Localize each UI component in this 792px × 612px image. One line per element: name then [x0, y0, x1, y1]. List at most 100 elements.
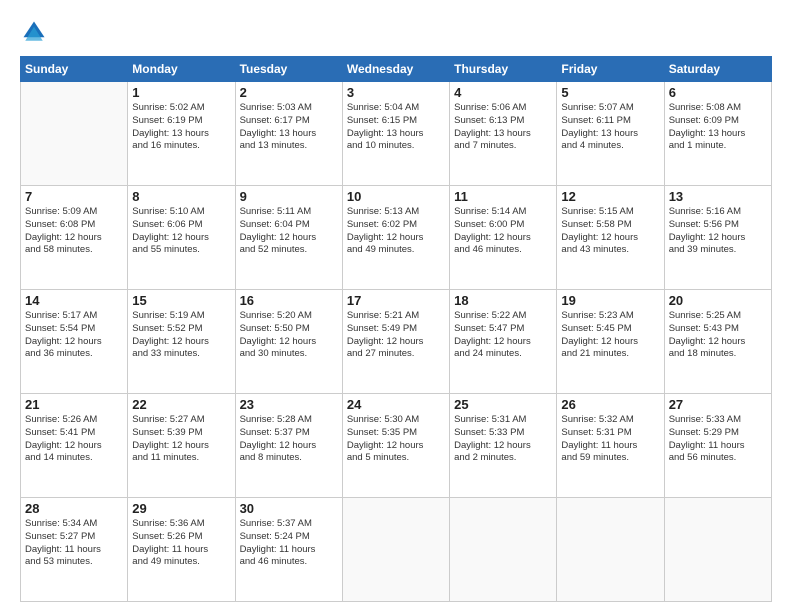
day-info: Sunrise: 5:16 AM Sunset: 5:56 PM Dayligh…	[669, 206, 767, 257]
day-number: 3	[347, 85, 445, 100]
calendar-cell: 13 Sunrise: 5:16 AM Sunset: 5:56 PM Dayli…	[664, 186, 771, 290]
day-number: 14	[25, 293, 123, 308]
calendar-cell: 18 Sunrise: 5:22 AM Sunset: 5:47 PM Dayli…	[450, 290, 557, 394]
logo-icon	[20, 18, 48, 46]
column-header-sunday: Sunday	[21, 57, 128, 82]
calendar-cell: 3Sunrise: 5:04 AM Sunset: 6:15 PM Daylig…	[342, 82, 449, 186]
calendar-cell: 26 Sunrise: 5:32 AM Sunset: 5:31 PM Dayli…	[557, 394, 664, 498]
day-number: 5	[561, 85, 659, 100]
calendar-week-row: 28 Sunrise: 5:34 AM Sunset: 5:27 PM Dayli…	[21, 498, 772, 602]
calendar-cell: 9Sunrise: 5:11 AM Sunset: 6:04 PM Daylig…	[235, 186, 342, 290]
calendar-cell: 23Sunrise: 5:28 AM Sunset: 5:37 PM Dayli…	[235, 394, 342, 498]
day-number: 11	[454, 189, 552, 204]
day-info: Sunrise: 5:36 AM Sunset: 5:26 PM Dayligh…	[132, 518, 230, 569]
day-info: Sunrise: 5:13 AM Sunset: 6:02 PM Dayligh…	[347, 206, 445, 257]
column-header-monday: Monday	[128, 57, 235, 82]
day-info: Sunrise: 5:22 AM Sunset: 5:47 PM Dayligh…	[454, 310, 552, 361]
day-number: 12	[561, 189, 659, 204]
day-number: 18	[454, 293, 552, 308]
day-info: Sunrise: 5:02 AM Sunset: 6:19 PM Dayligh…	[132, 102, 230, 153]
calendar-cell	[342, 498, 449, 602]
day-number: 21	[25, 397, 123, 412]
day-info: Sunrise: 5:21 AM Sunset: 5:49 PM Dayligh…	[347, 310, 445, 361]
day-info: Sunrise: 5:28 AM Sunset: 5:37 PM Dayligh…	[240, 414, 338, 465]
calendar-cell: 17 Sunrise: 5:21 AM Sunset: 5:49 PM Dayli…	[342, 290, 449, 394]
day-number: 1	[132, 85, 230, 100]
calendar-cell: 19 Sunrise: 5:23 AM Sunset: 5:45 PM Dayli…	[557, 290, 664, 394]
day-number: 22	[132, 397, 230, 412]
calendar-cell: 14 Sunrise: 5:17 AM Sunset: 5:54 PM Dayli…	[21, 290, 128, 394]
calendar-cell: 11 Sunrise: 5:14 AM Sunset: 6:00 PM Dayli…	[450, 186, 557, 290]
column-header-friday: Friday	[557, 57, 664, 82]
calendar-week-row: 7 Sunrise: 5:09 AM Sunset: 6:08 PM Daylig…	[21, 186, 772, 290]
day-number: 28	[25, 501, 123, 516]
calendar-cell: 8Sunrise: 5:10 AM Sunset: 6:06 PM Daylig…	[128, 186, 235, 290]
day-number: 30	[240, 501, 338, 516]
calendar-cell: 5 Sunrise: 5:07 AM Sunset: 6:11 PM Daylig…	[557, 82, 664, 186]
day-number: 29	[132, 501, 230, 516]
logo	[20, 18, 52, 46]
calendar-cell	[664, 498, 771, 602]
calendar-cell: 22 Sunrise: 5:27 AM Sunset: 5:39 PM Dayli…	[128, 394, 235, 498]
day-info: Sunrise: 5:27 AM Sunset: 5:39 PM Dayligh…	[132, 414, 230, 465]
calendar-week-row: 14 Sunrise: 5:17 AM Sunset: 5:54 PM Dayli…	[21, 290, 772, 394]
calendar-cell: 30 Sunrise: 5:37 AM Sunset: 5:24 PM Dayli…	[235, 498, 342, 602]
day-number: 26	[561, 397, 659, 412]
day-info: Sunrise: 5:32 AM Sunset: 5:31 PM Dayligh…	[561, 414, 659, 465]
day-number: 16	[240, 293, 338, 308]
day-info: Sunrise: 5:34 AM Sunset: 5:27 PM Dayligh…	[25, 518, 123, 569]
day-number: 17	[347, 293, 445, 308]
day-number: 7	[25, 189, 123, 204]
calendar-cell: 24 Sunrise: 5:30 AM Sunset: 5:35 PM Dayli…	[342, 394, 449, 498]
calendar-cell: 21 Sunrise: 5:26 AM Sunset: 5:41 PM Dayli…	[21, 394, 128, 498]
day-info: Sunrise: 5:26 AM Sunset: 5:41 PM Dayligh…	[25, 414, 123, 465]
calendar-cell: 27Sunrise: 5:33 AM Sunset: 5:29 PM Dayli…	[664, 394, 771, 498]
day-number: 15	[132, 293, 230, 308]
day-info: Sunrise: 5:09 AM Sunset: 6:08 PM Dayligh…	[25, 206, 123, 257]
calendar-cell: 16 Sunrise: 5:20 AM Sunset: 5:50 PM Dayli…	[235, 290, 342, 394]
calendar-cell: 7 Sunrise: 5:09 AM Sunset: 6:08 PM Daylig…	[21, 186, 128, 290]
day-info: Sunrise: 5:31 AM Sunset: 5:33 PM Dayligh…	[454, 414, 552, 465]
day-info: Sunrise: 5:17 AM Sunset: 5:54 PM Dayligh…	[25, 310, 123, 361]
calendar-cell: 12Sunrise: 5:15 AM Sunset: 5:58 PM Dayli…	[557, 186, 664, 290]
day-number: 4	[454, 85, 552, 100]
day-number: 19	[561, 293, 659, 308]
day-number: 24	[347, 397, 445, 412]
day-info: Sunrise: 5:30 AM Sunset: 5:35 PM Dayligh…	[347, 414, 445, 465]
calendar-cell: 28 Sunrise: 5:34 AM Sunset: 5:27 PM Dayli…	[21, 498, 128, 602]
day-number: 2	[240, 85, 338, 100]
calendar-page: SundayMondayTuesdayWednesdayThursdayFrid…	[0, 0, 792, 612]
calendar-cell	[557, 498, 664, 602]
calendar-cell: 10 Sunrise: 5:13 AM Sunset: 6:02 PM Dayli…	[342, 186, 449, 290]
day-info: Sunrise: 5:07 AM Sunset: 6:11 PM Dayligh…	[561, 102, 659, 153]
column-header-tuesday: Tuesday	[235, 57, 342, 82]
calendar-cell: 4 Sunrise: 5:06 AM Sunset: 6:13 PM Daylig…	[450, 82, 557, 186]
day-info: Sunrise: 5:20 AM Sunset: 5:50 PM Dayligh…	[240, 310, 338, 361]
day-number: 10	[347, 189, 445, 204]
calendar-header-row: SundayMondayTuesdayWednesdayThursdayFrid…	[21, 57, 772, 82]
calendar-cell: 1 Sunrise: 5:02 AM Sunset: 6:19 PM Daylig…	[128, 82, 235, 186]
column-header-thursday: Thursday	[450, 57, 557, 82]
header	[20, 18, 772, 46]
calendar-cell: 2 Sunrise: 5:03 AM Sunset: 6:17 PM Daylig…	[235, 82, 342, 186]
calendar-cell: 29 Sunrise: 5:36 AM Sunset: 5:26 PM Dayli…	[128, 498, 235, 602]
calendar-week-row: 1 Sunrise: 5:02 AM Sunset: 6:19 PM Daylig…	[21, 82, 772, 186]
day-number: 13	[669, 189, 767, 204]
day-info: Sunrise: 5:14 AM Sunset: 6:00 PM Dayligh…	[454, 206, 552, 257]
day-info: Sunrise: 5:23 AM Sunset: 5:45 PM Dayligh…	[561, 310, 659, 361]
day-info: Sunrise: 5:06 AM Sunset: 6:13 PM Dayligh…	[454, 102, 552, 153]
calendar-cell: 6Sunrise: 5:08 AM Sunset: 6:09 PM Daylig…	[664, 82, 771, 186]
calendar-cell: 20 Sunrise: 5:25 AM Sunset: 5:43 PM Dayli…	[664, 290, 771, 394]
day-info: Sunrise: 5:11 AM Sunset: 6:04 PM Dayligh…	[240, 206, 338, 257]
day-info: Sunrise: 5:25 AM Sunset: 5:43 PM Dayligh…	[669, 310, 767, 361]
day-number: 25	[454, 397, 552, 412]
day-info: Sunrise: 5:19 AM Sunset: 5:52 PM Dayligh…	[132, 310, 230, 361]
calendar-cell	[450, 498, 557, 602]
day-number: 20	[669, 293, 767, 308]
day-info: Sunrise: 5:10 AM Sunset: 6:06 PM Dayligh…	[132, 206, 230, 257]
day-info: Sunrise: 5:37 AM Sunset: 5:24 PM Dayligh…	[240, 518, 338, 569]
day-info: Sunrise: 5:03 AM Sunset: 6:17 PM Dayligh…	[240, 102, 338, 153]
day-info: Sunrise: 5:33 AM Sunset: 5:29 PM Dayligh…	[669, 414, 767, 465]
column-header-saturday: Saturday	[664, 57, 771, 82]
calendar-cell: 15 Sunrise: 5:19 AM Sunset: 5:52 PM Dayli…	[128, 290, 235, 394]
